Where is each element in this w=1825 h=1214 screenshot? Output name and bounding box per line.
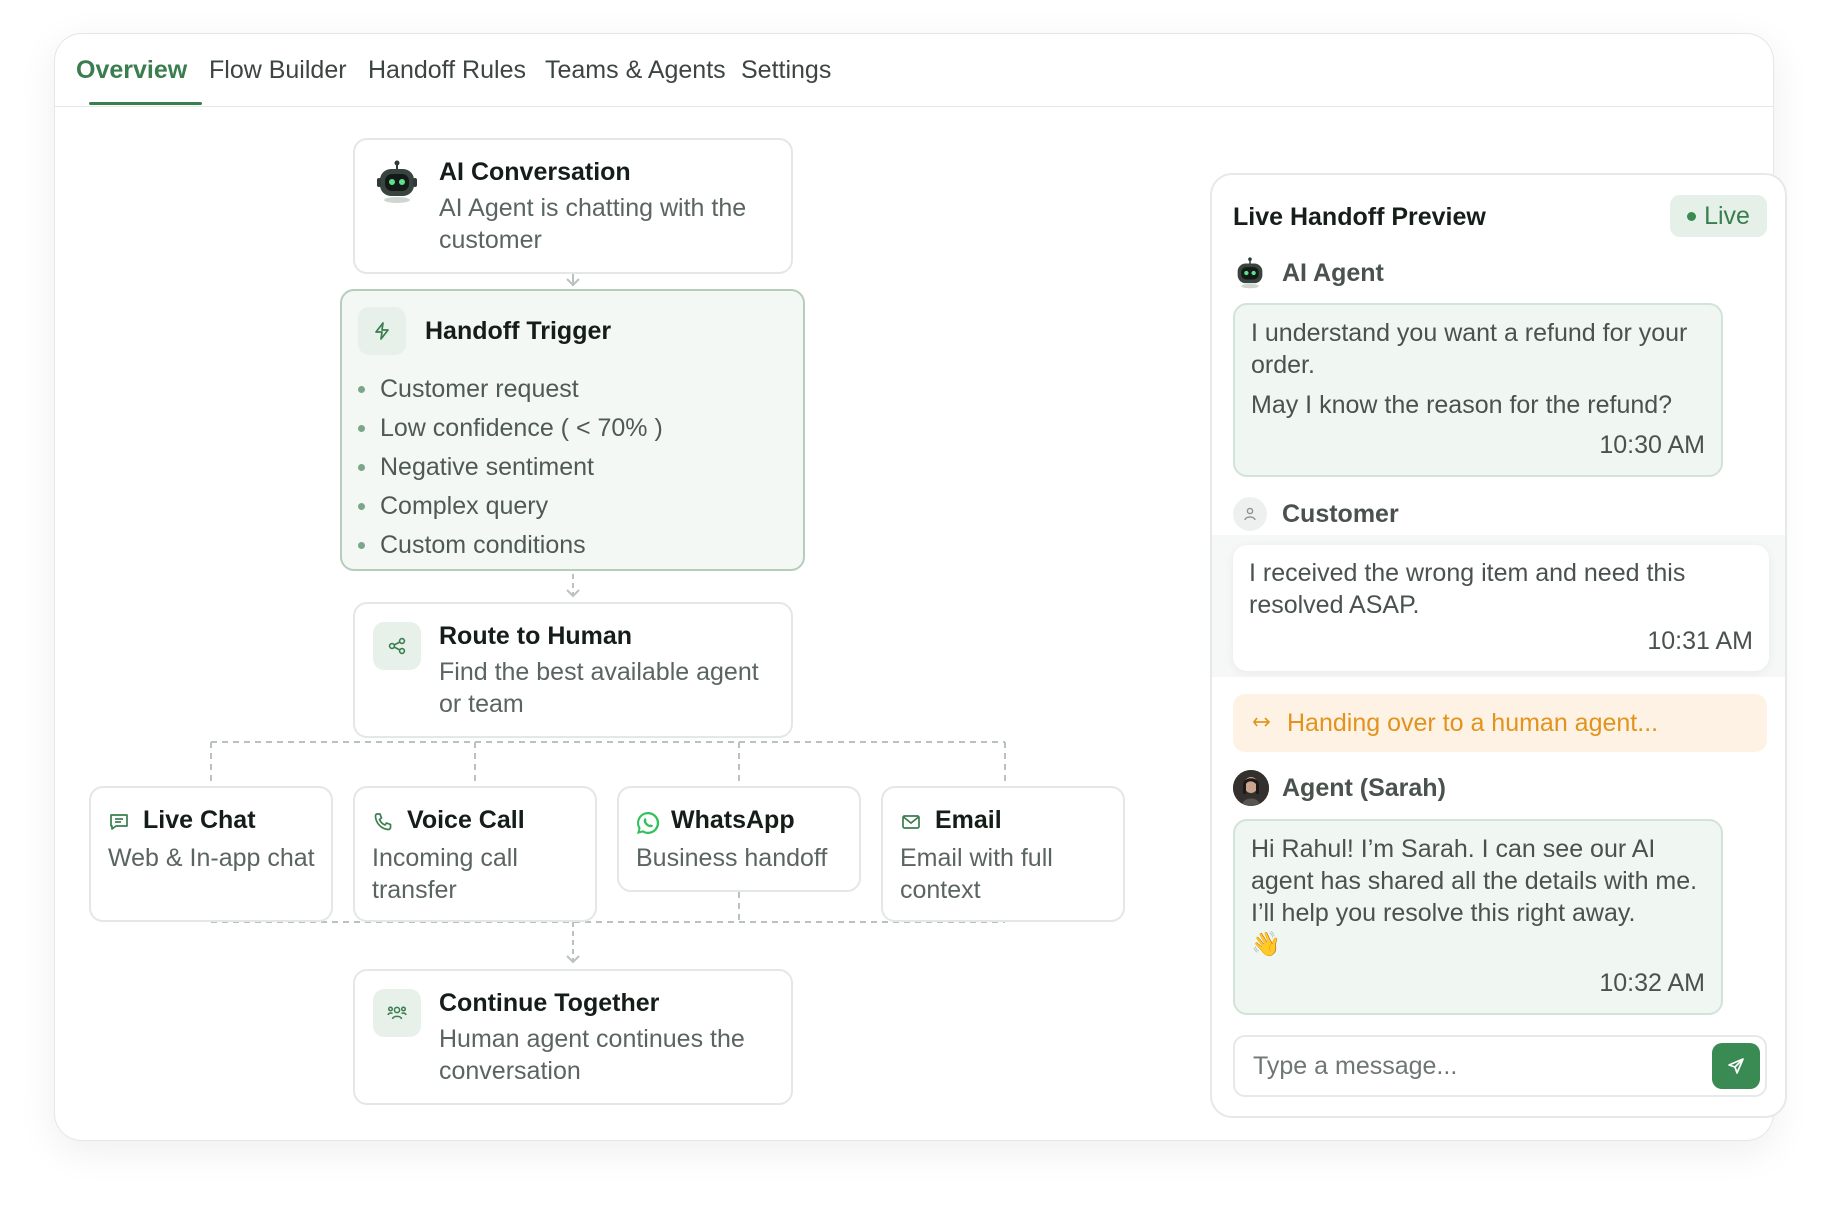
message-text: I understand you want a refund for your … bbox=[1251, 319, 1688, 379]
channel-description: Incoming call transfer bbox=[372, 844, 518, 904]
continue-together-node[interactable]: Continue Together Human agent continues … bbox=[353, 969, 793, 1105]
channel-title: WhatsApp bbox=[671, 806, 795, 834]
chat-icon bbox=[107, 810, 131, 834]
list-item: Negative sentiment bbox=[358, 448, 663, 487]
node-description: Human agent continues the conversation bbox=[439, 1025, 745, 1085]
channel-title: Email bbox=[935, 806, 1002, 834]
node-title: Continue Together bbox=[439, 989, 660, 1017]
live-dot-icon bbox=[1687, 211, 1697, 221]
panel-title: Live Handoff Preview bbox=[1233, 203, 1486, 231]
ai-message-bubble: I understand you want a refund for your … bbox=[1233, 303, 1723, 477]
handover-text: Handing over to a human agent... bbox=[1287, 708, 1659, 737]
ai-conversation-node[interactable]: AI Conversation AI Agent is chatting wit… bbox=[353, 138, 793, 274]
list-item: Low confidence ( < 70% ) bbox=[358, 409, 663, 448]
trigger-conditions-list: Customer request Low confidence ( < 70% … bbox=[358, 370, 663, 565]
app-window: Overview Flow Builder Handoff Rules Team… bbox=[54, 33, 1787, 1141]
live-status-label: Live bbox=[1704, 201, 1750, 230]
speaker-name: Agent (Sarah) bbox=[1282, 774, 1446, 802]
channel-description: Web & In-app chat bbox=[108, 844, 315, 872]
channel-whatsapp[interactable]: WhatsApp Business handoff bbox=[617, 786, 861, 892]
robot-avatar-icon bbox=[1234, 257, 1266, 289]
node-title: Handoff Trigger bbox=[425, 317, 612, 345]
channel-description: Business handoff bbox=[636, 844, 828, 872]
channel-title: Live Chat bbox=[143, 806, 256, 834]
list-item: Custom conditions bbox=[358, 526, 663, 565]
customer-message-bubble: I received the wrong item and need this … bbox=[1233, 545, 1769, 671]
send-icon bbox=[1728, 1058, 1744, 1074]
channel-live-chat[interactable]: Live Chat Web & In-app chat bbox=[89, 786, 333, 922]
speaker-name: AI Agent bbox=[1282, 259, 1384, 287]
user-avatar-icon bbox=[1233, 497, 1267, 531]
message-text: I received the wrong item and need this … bbox=[1249, 559, 1686, 619]
agent-message-bubble: Hi Rahul! I’m Sarah. I can see our AI ag… bbox=[1233, 819, 1723, 1015]
channel-description: Email with full context bbox=[900, 844, 1053, 904]
list-item: Customer request bbox=[358, 370, 663, 409]
robot-icon bbox=[375, 160, 419, 204]
handoff-trigger-node[interactable]: Handoff Trigger Customer request Low con… bbox=[340, 289, 805, 571]
message-time: 10:30 AM bbox=[1599, 431, 1705, 459]
handover-status-banner: Handing over to a human agent... bbox=[1233, 694, 1767, 752]
channel-email[interactable]: Email Email with full context bbox=[881, 786, 1125, 922]
send-button[interactable] bbox=[1712, 1043, 1760, 1089]
handover-icon bbox=[1251, 712, 1273, 741]
list-item: Complex query bbox=[358, 487, 663, 526]
share-nodes-icon bbox=[373, 622, 421, 670]
node-title: Route to Human bbox=[439, 622, 633, 650]
speaker-name: Customer bbox=[1282, 500, 1399, 528]
live-handoff-preview-panel: Live Handoff Preview Live AI Agent I und… bbox=[1210, 173, 1787, 1118]
node-title: AI Conversation bbox=[439, 158, 631, 186]
message-input[interactable] bbox=[1233, 1035, 1767, 1097]
agent-avatar bbox=[1233, 770, 1269, 806]
channel-title: Voice Call bbox=[407, 806, 525, 834]
whatsapp-icon bbox=[635, 810, 660, 834]
wave-emoji-icon: 👋 bbox=[1251, 931, 1281, 958]
node-description: Find the best available agent or team bbox=[439, 658, 759, 718]
mail-icon bbox=[899, 810, 923, 834]
lightning-icon bbox=[358, 307, 406, 355]
team-icon bbox=[373, 989, 421, 1037]
message-text: May I know the reason for the refund? bbox=[1251, 391, 1673, 419]
live-status-badge: Live bbox=[1670, 195, 1767, 237]
channel-voice-call[interactable]: Voice Call Incoming call transfer bbox=[353, 786, 597, 922]
phone-icon bbox=[371, 810, 395, 834]
message-text: Hi Rahul! I’m Sarah. I can see our AI ag… bbox=[1251, 835, 1698, 927]
message-time: 10:31 AM bbox=[1647, 627, 1753, 655]
message-time: 10:32 AM bbox=[1599, 969, 1705, 997]
node-description: AI Agent is chatting with the customer bbox=[439, 194, 747, 254]
route-to-human-node[interactable]: Route to Human Find the best available a… bbox=[353, 602, 793, 738]
